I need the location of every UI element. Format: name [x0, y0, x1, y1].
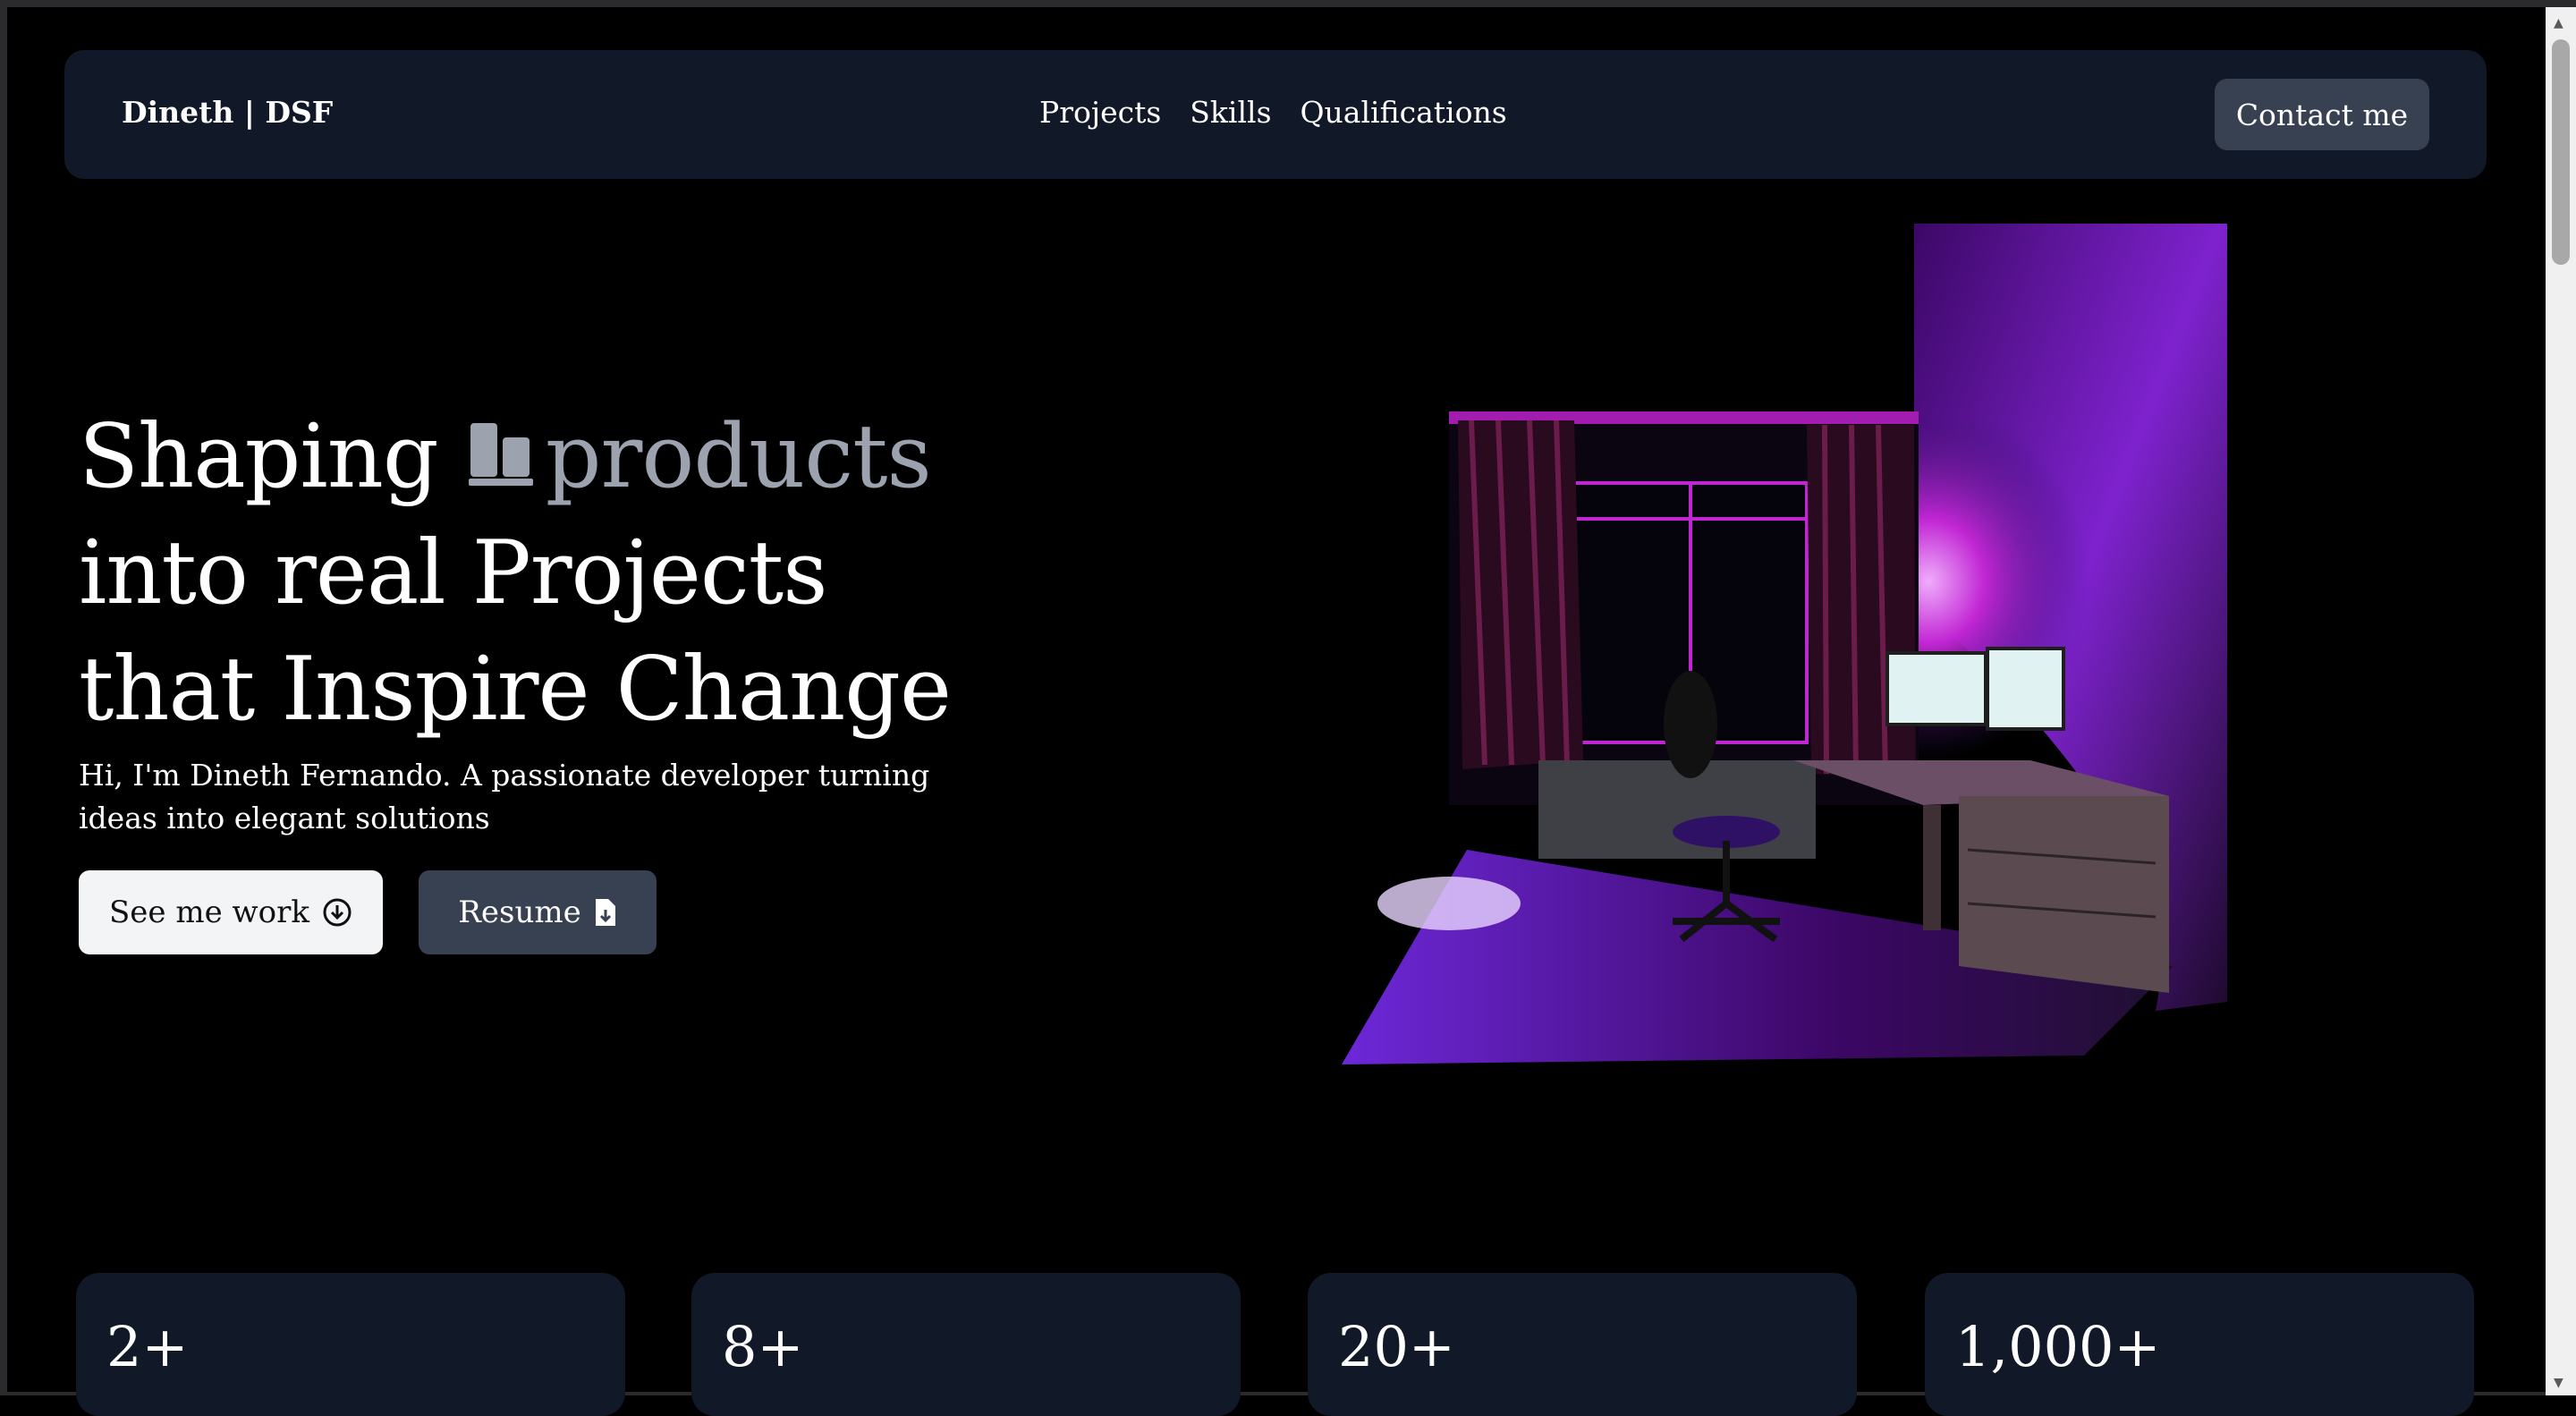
see-my-work-button[interactable]: See me work: [79, 870, 383, 954]
scroll-thumb[interactable]: [2552, 39, 2570, 265]
headline-word-products: products: [545, 406, 932, 508]
window-left-border: [0, 0, 7, 1395]
stat-card: 20+: [1308, 1273, 1857, 1416]
top-navbar: Dineth | DSF Projects Skills Qualificati…: [64, 50, 2487, 179]
see-my-work-label: See me work: [109, 895, 309, 930]
brand-logo[interactable]: Dineth | DSF: [122, 95, 333, 130]
nav-link-projects[interactable]: Projects: [1039, 95, 1161, 130]
file-download-icon: [595, 899, 615, 926]
room-3d-illustration: [1342, 224, 2227, 1064]
hero-subtitle: Hi, I'm Dineth Fernando. A passionate de…: [79, 758, 930, 835]
stat-card: 2+: [76, 1273, 625, 1416]
arrow-down-circle-icon: [323, 898, 352, 927]
nav-links: Projects Skills Qualifications: [1039, 95, 1507, 130]
contact-button[interactable]: Contact me: [2215, 79, 2429, 150]
headline-word-shaping: Shaping: [79, 406, 439, 508]
page-scrollbar[interactable]: ▲ ▼: [2546, 7, 2576, 1395]
window-top-border: [0, 0, 2576, 7]
nav-link-skills[interactable]: Skills: [1190, 95, 1271, 130]
stat-card: 8+: [691, 1273, 1241, 1416]
scroll-up-arrow-icon[interactable]: ▲: [2554, 16, 2563, 30]
product-blocks-icon: [468, 422, 533, 486]
headline-line-2: into real Projects: [79, 522, 827, 624]
headline-line-3: that Inspire Change: [79, 639, 952, 741]
stat-value: 2+: [106, 1314, 189, 1379]
nav-link-qualifications[interactable]: Qualifications: [1301, 95, 1507, 130]
stat-value: 1,000+: [1955, 1314, 2161, 1379]
resume-button[interactable]: Resume: [419, 870, 657, 954]
stat-value: 8+: [722, 1314, 804, 1379]
stat-value: 20+: [1338, 1314, 1455, 1379]
resume-label: Resume: [458, 895, 581, 930]
hero-headline: Shaping products into real Projects that…: [79, 399, 952, 748]
scroll-down-arrow-icon[interactable]: ▼: [2554, 1376, 2563, 1390]
hero-section: Shaping products into real Projects that…: [79, 399, 952, 748]
stat-card: 1,000+: [1925, 1273, 2474, 1416]
